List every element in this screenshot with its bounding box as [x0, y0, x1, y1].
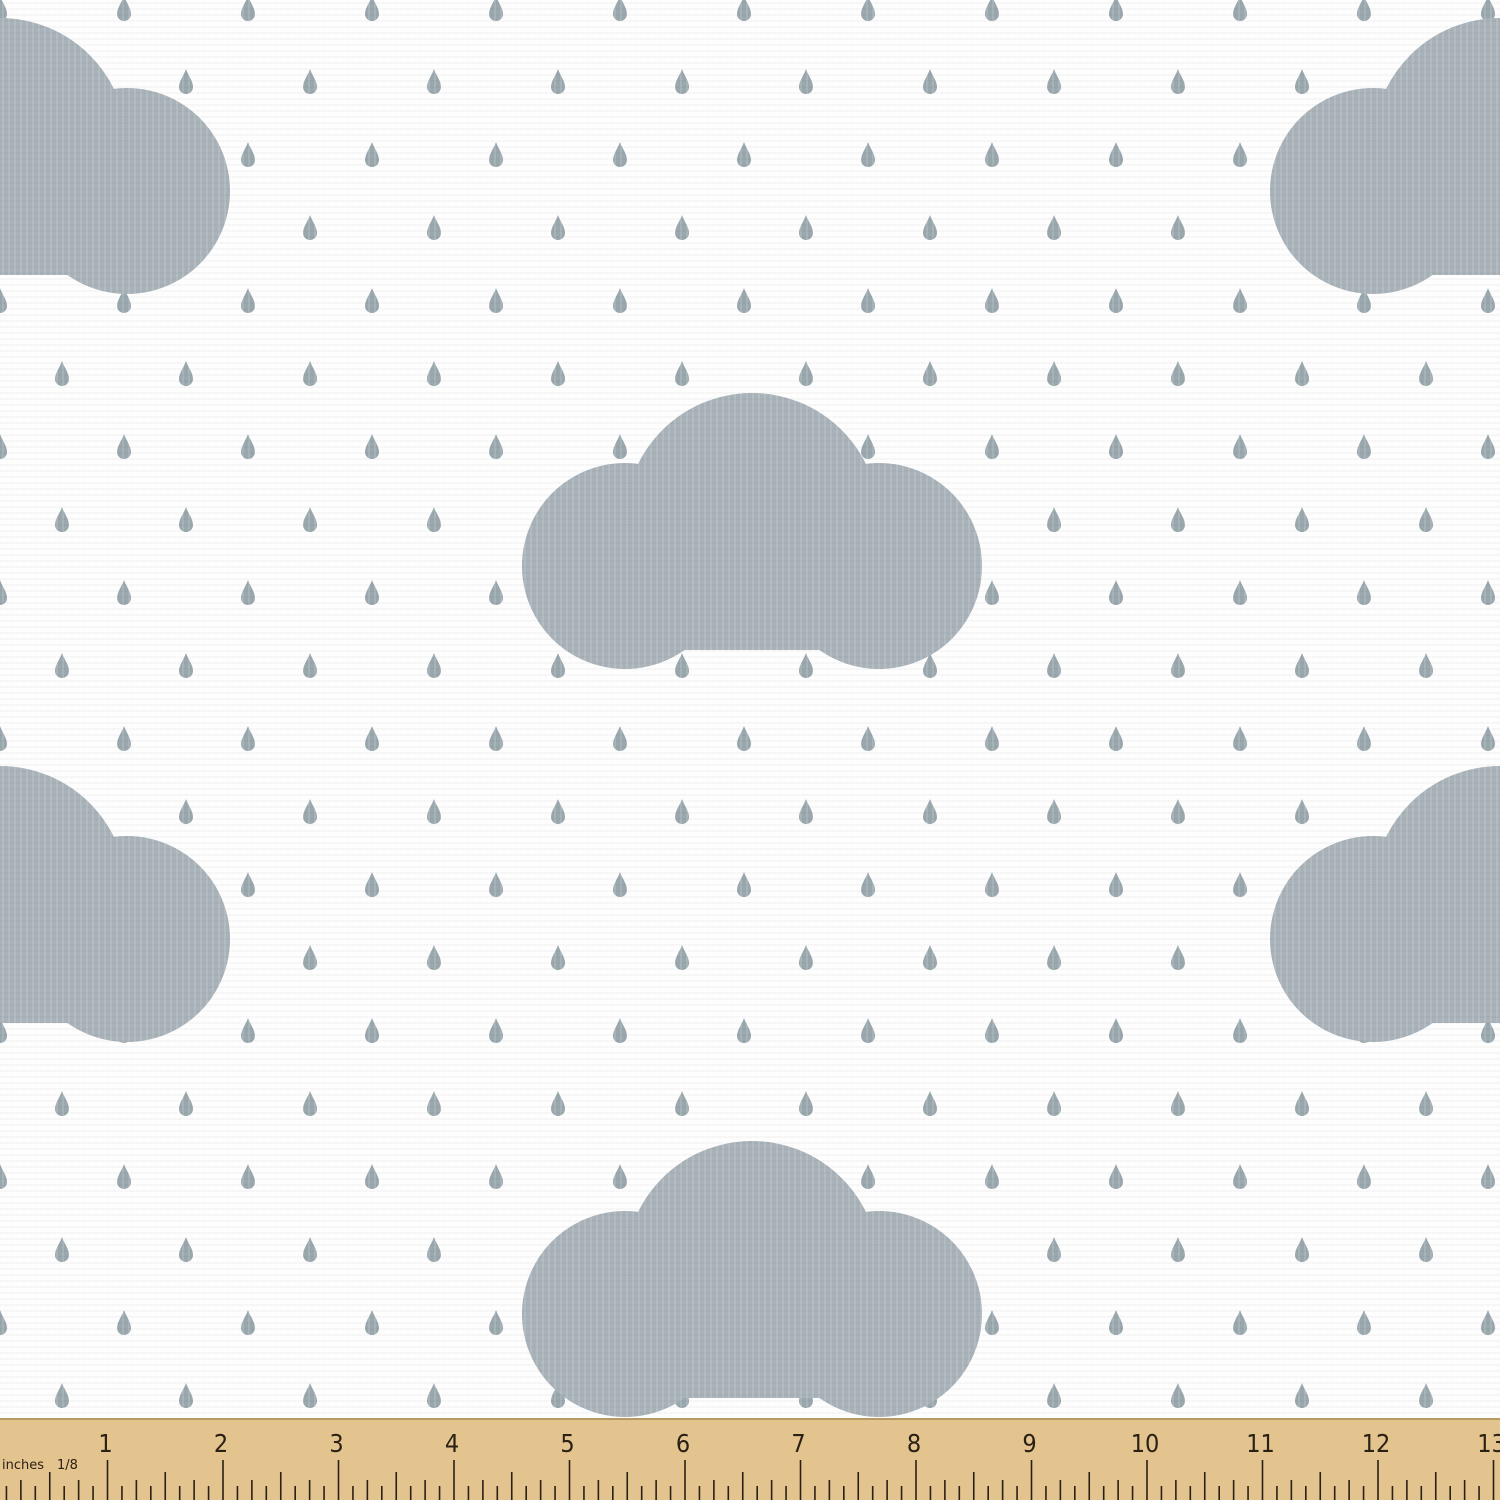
ruler-number: 12	[1362, 1429, 1391, 1458]
ruler-number: 13	[1477, 1429, 1500, 1458]
ruler-number: 7	[791, 1429, 805, 1458]
ruler-number: 6	[676, 1429, 690, 1458]
fabric-swatch: 1 2 3 4 5 6 7 8 9 10 11 12 13 inches 1/8	[0, 0, 1500, 1500]
ruler-fraction-label: 1/8	[57, 1458, 78, 1473]
ruler-number: 9	[1022, 1429, 1036, 1458]
ruler-unit-label: inches	[2, 1458, 44, 1473]
weave-texture	[0, 0, 1500, 1418]
ruler-number: 1	[98, 1429, 112, 1458]
ruler-number: 5	[560, 1429, 574, 1458]
ruler-number: 8	[907, 1429, 921, 1458]
ruler-number: 2	[214, 1429, 228, 1458]
ruler-number: 4	[445, 1429, 459, 1458]
ruler-number: 3	[329, 1429, 343, 1458]
measuring-ruler: 1 2 3 4 5 6 7 8 9 10 11 12 13 inches 1/8	[0, 1418, 1500, 1500]
fabric-pattern	[0, 0, 1500, 1418]
ruler-number: 11	[1246, 1429, 1275, 1458]
ruler-number: 10	[1131, 1429, 1160, 1458]
